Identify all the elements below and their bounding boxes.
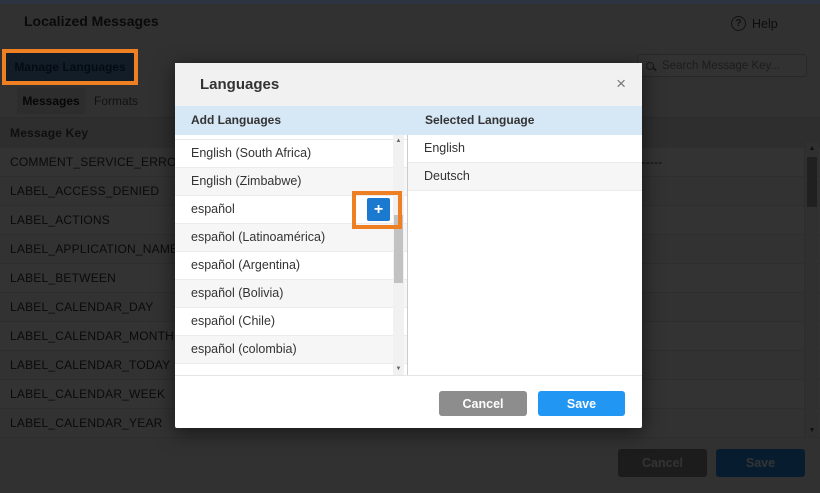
add-language-item[interactable]: English (Zimbabwe) — [175, 168, 407, 196]
add-language-item[interactable]: español (Bolivia) — [175, 280, 407, 308]
selected-language-item[interactable]: English — [408, 135, 642, 163]
selected-language-header: Selected Language — [408, 106, 534, 135]
scroll-up-icon[interactable]: ▲ — [393, 135, 404, 147]
add-list-scrollbar-thumb[interactable] — [394, 215, 403, 283]
add-language-item[interactable]: español (Latinoamérica) — [175, 224, 407, 252]
add-language-item[interactable]: español (Chile) — [175, 308, 407, 336]
add-languages-header: Add Languages — [175, 106, 408, 135]
modal-cancel-button[interactable]: Cancel — [439, 391, 527, 416]
add-language-item[interactable]: español (colombia) — [175, 336, 407, 364]
top-app-bar — [0, 0, 820, 4]
modal-footer: Cancel Save — [175, 375, 642, 428]
selected-language-item[interactable]: Deutsch — [408, 163, 642, 191]
selected-languages-list: English Deutsch — [408, 135, 642, 375]
add-languages-list: English (South Africa) English (Zimbabwe… — [175, 135, 408, 375]
modal-header: Languages × — [175, 63, 642, 106]
modal-title: Languages — [175, 76, 279, 93]
languages-modal: Languages × Add Languages Selected Langu… — [175, 63, 642, 428]
close-icon[interactable]: × — [616, 63, 626, 106]
modal-list-headers: Add Languages Selected Language — [175, 106, 642, 135]
add-language-item[interactable]: English (South Africa) — [175, 140, 407, 168]
scroll-down-icon[interactable]: ▼ — [393, 363, 404, 375]
add-language-plus-button[interactable]: + — [367, 198, 390, 221]
screen: Localized Messages ? Help Manage Languag… — [0, 0, 820, 493]
modal-save-button[interactable]: Save — [538, 391, 625, 416]
add-language-item[interactable]: español (Argentina) — [175, 252, 407, 280]
modal-body: English (South Africa) English (Zimbabwe… — [175, 135, 642, 375]
add-list-scrollbar[interactable]: ▲ ▼ — [393, 135, 404, 375]
